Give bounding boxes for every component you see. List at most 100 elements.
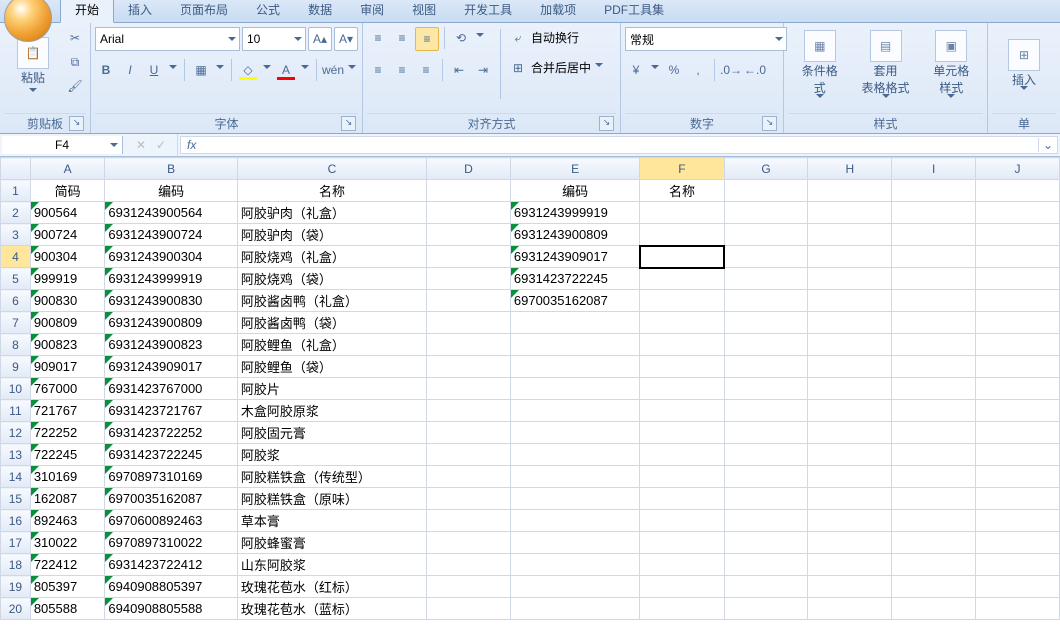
cell-F6[interactable] bbox=[640, 290, 724, 312]
cell-B9[interactable]: 6931243909017 bbox=[105, 356, 237, 378]
cell-F4[interactable] bbox=[640, 246, 724, 268]
cell-D4[interactable] bbox=[427, 246, 511, 268]
cell-G14[interactable] bbox=[724, 466, 808, 488]
increase-decimal-button[interactable]: .0→ bbox=[720, 59, 742, 81]
cell-C10[interactable]: 阿胶片 bbox=[237, 378, 426, 400]
number-dialog-launcher[interactable]: ↘ bbox=[762, 116, 777, 131]
row-header-1[interactable]: 1 bbox=[1, 180, 31, 202]
row-header-15[interactable]: 15 bbox=[1, 488, 31, 510]
cell-I10[interactable] bbox=[892, 378, 976, 400]
cell-E3[interactable]: 6931243900809 bbox=[510, 224, 640, 246]
cell-C7[interactable]: 阿胶酱卤鸭（袋） bbox=[237, 312, 426, 334]
column-header-J[interactable]: J bbox=[976, 158, 1060, 180]
cell-H17[interactable] bbox=[808, 532, 892, 554]
decrease-indent-button[interactable]: ⇤ bbox=[448, 59, 470, 81]
cell-H16[interactable] bbox=[808, 510, 892, 532]
column-header-F[interactable]: F bbox=[640, 158, 724, 180]
cell-A8[interactable]: 900823 bbox=[30, 334, 105, 356]
phonetic-guide-button[interactable]: wén bbox=[322, 59, 344, 81]
worksheet-grid[interactable]: A B C D E F G H I J 1简码编码名称编码名称290056469… bbox=[0, 157, 1060, 629]
cell-E15[interactable] bbox=[510, 488, 640, 510]
cell-I9[interactable] bbox=[892, 356, 976, 378]
cell-C16[interactable]: 草本膏 bbox=[237, 510, 426, 532]
cell-H18[interactable] bbox=[808, 554, 892, 576]
tab-pdf-tools[interactable]: PDF工具集 bbox=[590, 0, 678, 22]
row-header-11[interactable]: 11 bbox=[1, 400, 31, 422]
cell-J13[interactable] bbox=[976, 444, 1060, 466]
row-header-12[interactable]: 12 bbox=[1, 422, 31, 444]
cell-G11[interactable] bbox=[724, 400, 808, 422]
cell-F15[interactable] bbox=[640, 488, 724, 510]
cell-J20[interactable] bbox=[976, 598, 1060, 620]
cell-G9[interactable] bbox=[724, 356, 808, 378]
row-header-2[interactable]: 2 bbox=[1, 202, 31, 224]
cell-F20[interactable] bbox=[640, 598, 724, 620]
column-header-B[interactable]: B bbox=[105, 158, 237, 180]
cell-J8[interactable] bbox=[976, 334, 1060, 356]
font-color-button[interactable]: A bbox=[275, 59, 297, 81]
fill-color-dropdown[interactable] bbox=[261, 59, 273, 81]
cell-G15[interactable] bbox=[724, 488, 808, 510]
cell-F13[interactable] bbox=[640, 444, 724, 466]
cell-J9[interactable] bbox=[976, 356, 1060, 378]
cell-C3[interactable]: 阿胶驴肉（袋） bbox=[237, 224, 426, 246]
cell-B12[interactable]: 6931423722252 bbox=[105, 422, 237, 444]
cell-G6[interactable] bbox=[724, 290, 808, 312]
cell-D14[interactable] bbox=[427, 466, 511, 488]
row-header-8[interactable]: 8 bbox=[1, 334, 31, 356]
cell-styles-button[interactable]: ▣单元格 样式 bbox=[920, 25, 984, 107]
cell-D5[interactable] bbox=[427, 268, 511, 290]
cell-E17[interactable] bbox=[510, 532, 640, 554]
select-all-corner[interactable] bbox=[1, 158, 31, 180]
cell-B7[interactable]: 6931243900809 bbox=[105, 312, 237, 334]
align-center-button[interactable]: ≡ bbox=[391, 59, 413, 81]
cell-C2[interactable]: 阿胶驴肉（礼盒） bbox=[237, 202, 426, 224]
cell-G16[interactable] bbox=[724, 510, 808, 532]
cell-C1[interactable]: 名称 bbox=[237, 180, 426, 202]
row-header-14[interactable]: 14 bbox=[1, 466, 31, 488]
wrap-text-button[interactable]: ⤶自动换行 bbox=[507, 27, 605, 49]
cell-A12[interactable]: 722252 bbox=[30, 422, 105, 444]
cell-H9[interactable] bbox=[808, 356, 892, 378]
expand-formula-bar-button[interactable]: ⌄ bbox=[1038, 138, 1057, 152]
cell-A9[interactable]: 909017 bbox=[30, 356, 105, 378]
cell-B19[interactable]: 6940908805397 bbox=[105, 576, 237, 598]
cell-G7[interactable] bbox=[724, 312, 808, 334]
cell-E2[interactable]: 6931243999919 bbox=[510, 202, 640, 224]
cell-F16[interactable] bbox=[640, 510, 724, 532]
cell-J2[interactable] bbox=[976, 202, 1060, 224]
cell-D16[interactable] bbox=[427, 510, 511, 532]
cell-B3[interactable]: 6931243900724 bbox=[105, 224, 237, 246]
cell-D20[interactable] bbox=[427, 598, 511, 620]
cell-F9[interactable] bbox=[640, 356, 724, 378]
cell-A18[interactable]: 722412 bbox=[30, 554, 105, 576]
cell-I14[interactable] bbox=[892, 466, 976, 488]
cell-J1[interactable] bbox=[976, 180, 1060, 202]
borders-dropdown[interactable] bbox=[214, 59, 226, 81]
tab-data[interactable]: 数据 bbox=[294, 0, 346, 22]
cell-A7[interactable]: 900809 bbox=[30, 312, 105, 334]
cell-H19[interactable] bbox=[808, 576, 892, 598]
cell-I15[interactable] bbox=[892, 488, 976, 510]
cell-A6[interactable]: 900830 bbox=[30, 290, 105, 312]
column-header-H[interactable]: H bbox=[808, 158, 892, 180]
cell-I3[interactable] bbox=[892, 224, 976, 246]
cell-C18[interactable]: 山东阿胶浆 bbox=[237, 554, 426, 576]
cell-F2[interactable] bbox=[640, 202, 724, 224]
cell-B16[interactable]: 6970600892463 bbox=[105, 510, 237, 532]
orientation-button[interactable]: ⟲ bbox=[450, 27, 472, 49]
cell-B11[interactable]: 6931423721767 bbox=[105, 400, 237, 422]
conditional-formatting-button[interactable]: ▦条件格式 bbox=[788, 25, 852, 107]
cell-I1[interactable] bbox=[892, 180, 976, 202]
cell-G18[interactable] bbox=[724, 554, 808, 576]
cell-B8[interactable]: 6931243900823 bbox=[105, 334, 237, 356]
cell-A1[interactable]: 简码 bbox=[30, 180, 105, 202]
cell-I18[interactable] bbox=[892, 554, 976, 576]
cell-I16[interactable] bbox=[892, 510, 976, 532]
cell-F5[interactable] bbox=[640, 268, 724, 290]
cell-A4[interactable]: 900304 bbox=[30, 246, 105, 268]
cell-J7[interactable] bbox=[976, 312, 1060, 334]
copy-button[interactable]: ⧉ bbox=[64, 51, 86, 73]
cell-D10[interactable] bbox=[427, 378, 511, 400]
fx-icon[interactable]: fx bbox=[181, 138, 202, 152]
